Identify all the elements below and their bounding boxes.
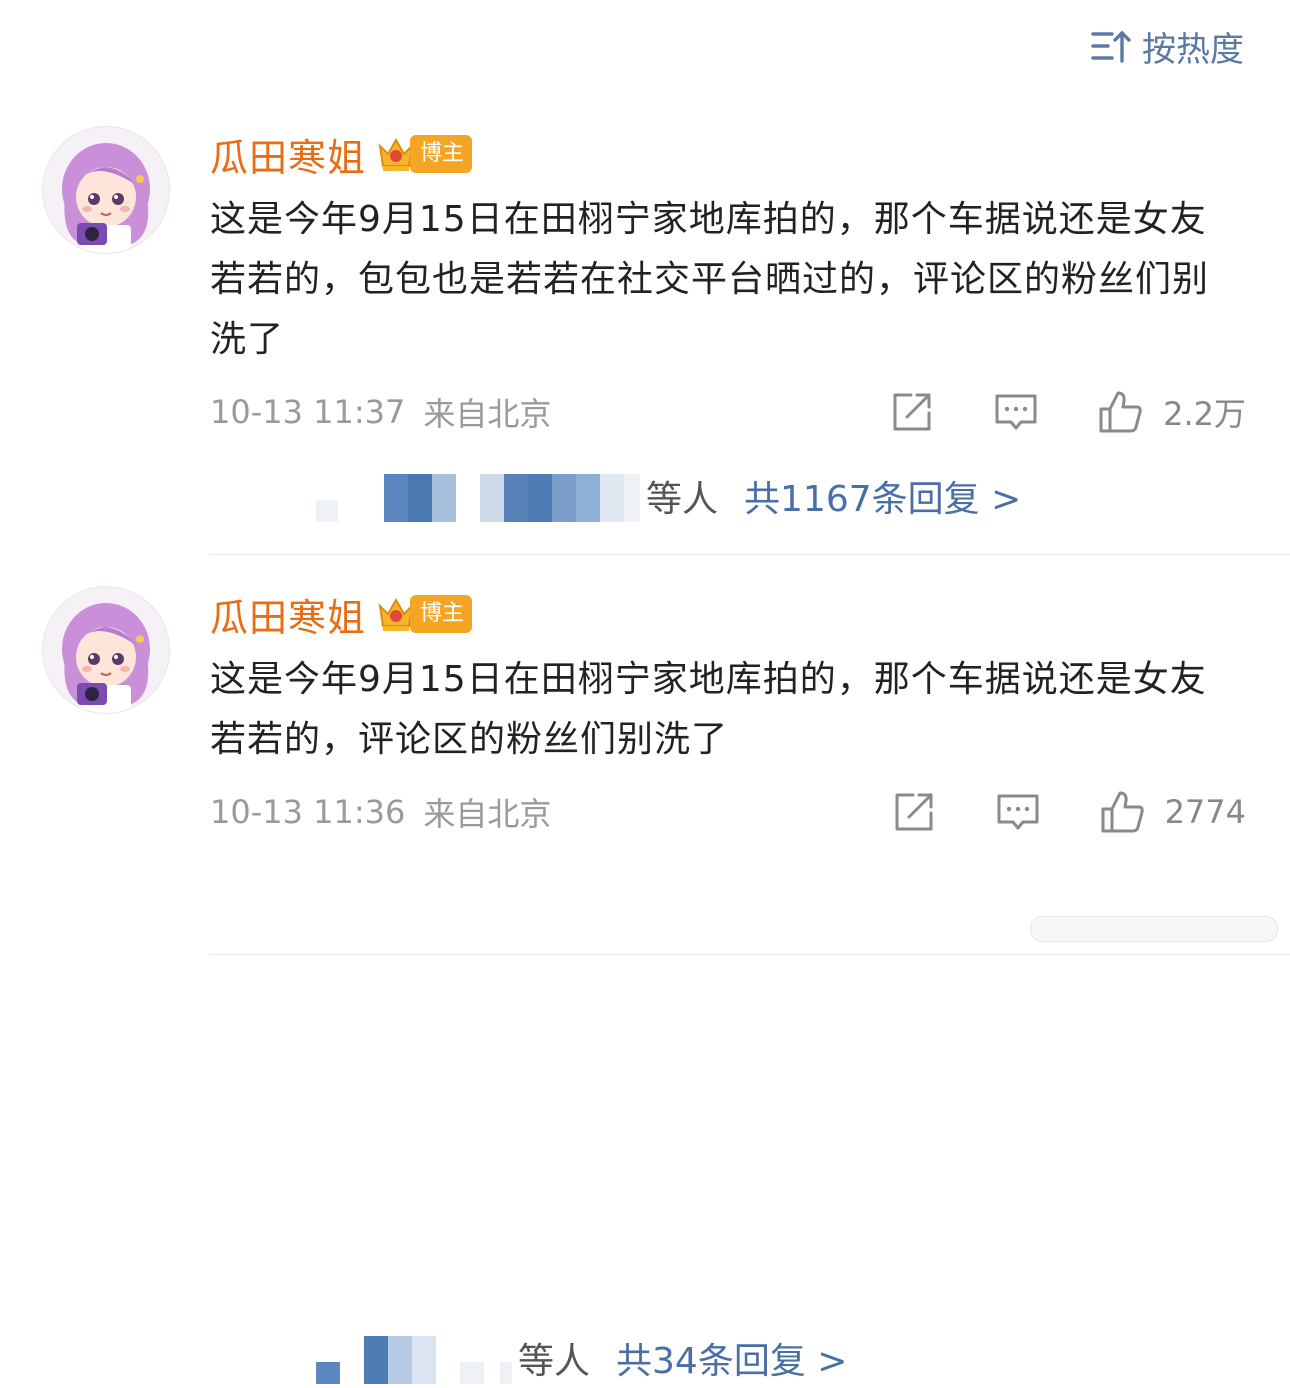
like-button[interactable]: 2774 — [1099, 789, 1246, 835]
divider — [210, 554, 1290, 555]
comment-text: 这是今年9月15日在田栩宁家地库拍的，那个车据说还是女友若若的，包包也是若若在社… — [210, 199, 1210, 360]
share-button[interactable] — [891, 789, 937, 835]
comment-icon — [997, 794, 1039, 830]
like-icon — [1101, 791, 1144, 833]
share-icon — [893, 393, 931, 431]
comment-location: 来自北京 — [423, 795, 552, 833]
like-count: 2.2万 — [1163, 395, 1246, 433]
sort-by-hot-button[interactable]: 按热度 — [1090, 22, 1244, 70]
view-replies-link[interactable]: 共34条回复 > — [616, 1332, 847, 1384]
divider — [210, 954, 1290, 955]
comment-time: 10-13 11:37 — [210, 393, 406, 431]
sort-icon — [1091, 30, 1131, 63]
comment-text: 这是今年9月15日在田栩宁家地库拍的，那个车据说还是女友若若的，评论区的粉丝们别… — [210, 659, 1207, 760]
username[interactable]: 瓜田寒姐 — [210, 127, 366, 182]
sort-label: 按热度 — [1142, 29, 1244, 70]
comment-icon — [995, 394, 1037, 430]
comment-time: 10-13 11:36 — [210, 793, 406, 831]
avatar[interactable] — [42, 126, 170, 254]
comment-button[interactable] — [995, 789, 1041, 835]
comment-location: 来自北京 — [423, 395, 552, 433]
blogger-badge: 博主 — [376, 592, 473, 636]
badge-label: 博主 — [410, 135, 473, 173]
reply-others-label: 等人 — [646, 479, 719, 520]
avatar-illustration — [43, 127, 169, 253]
reply-summary[interactable]: 等人 共1167条回复 > — [316, 466, 1021, 526]
avatar-illustration — [43, 587, 169, 713]
scrollbar[interactable] — [1030, 916, 1278, 942]
share-icon — [895, 793, 933, 831]
share-button[interactable] — [889, 389, 935, 435]
blogger-badge: 博主 — [376, 132, 473, 176]
badge-label: 博主 — [410, 595, 473, 633]
blurred-usernames — [316, 470, 640, 522]
blurred-usernames — [316, 1332, 512, 1384]
avatar[interactable] — [42, 586, 170, 714]
comment-button[interactable] — [993, 389, 1039, 435]
like-count: 2774 — [1164, 793, 1246, 831]
view-replies-link[interactable]: 共1167条回复 > — [744, 470, 1021, 522]
like-button[interactable]: 2.2万 — [1097, 389, 1246, 435]
username[interactable]: 瓜田寒姐 — [210, 587, 366, 642]
reply-others-label: 等人 — [518, 1341, 591, 1382]
reply-summary[interactable]: 等人 共34条回复 > — [316, 1328, 847, 1388]
like-icon — [1099, 391, 1142, 433]
